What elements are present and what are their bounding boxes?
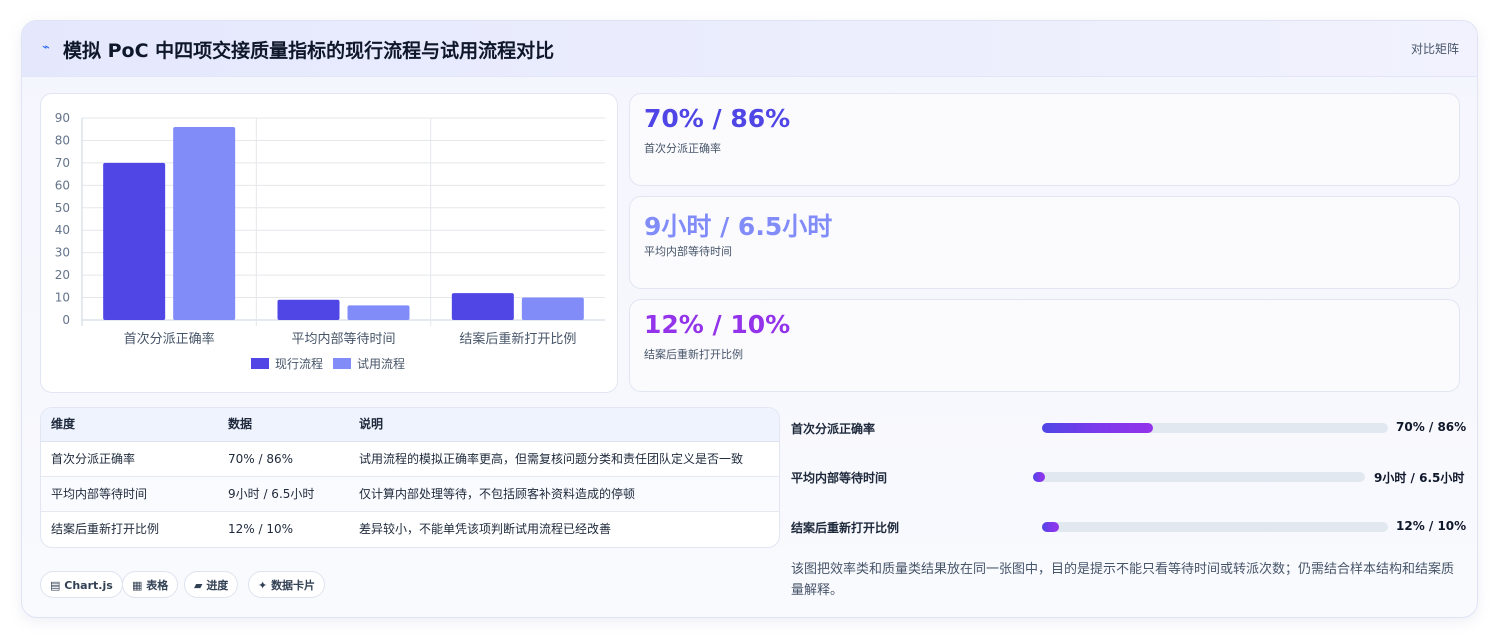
- progress-label: 结案后重新打开比例: [791, 521, 900, 535]
- table-icon: ▦: [132, 579, 143, 592]
- progress-label: 首次分派正确率: [791, 422, 876, 436]
- legend-label: 现行流程: [275, 356, 323, 371]
- table-row: 平均内部等待时间 9小时 / 6.5小时 仅计算内部处理等待，不包括顾客补资料造…: [41, 477, 779, 512]
- y-tick-label: 80: [55, 133, 70, 147]
- chip-data-cards[interactable]: ✦ 数据卡片: [248, 571, 326, 598]
- pulse-icon: ⌁: [42, 40, 50, 55]
- kpi-label: 结案后重新打开比例: [644, 348, 743, 361]
- kpi-label: 首次分派正确率: [644, 142, 721, 155]
- progress-fill: [1042, 522, 1060, 532]
- progress-fill: [1042, 423, 1153, 433]
- table-row: 结案后重新打开比例 12% / 10% 差异较小，不能单凭该项判断试用流程已经改…: [41, 512, 779, 546]
- table-cell: 结案后重新打开比例: [51, 522, 160, 536]
- chip-chartjs[interactable]: ▤ Chart.js: [40, 571, 123, 598]
- chip-label: 进度: [206, 579, 229, 592]
- y-tick-label: 50: [55, 201, 70, 215]
- y-tick-label: 40: [55, 223, 70, 237]
- y-tick-label: 70: [55, 156, 70, 170]
- progress-row-wait-time: 平均内部等待时间 9小时 / 6.5小时: [791, 467, 1465, 487]
- page-title: 模拟 PoC 中四项交接质量指标的现行流程与试用流程对比: [63, 40, 555, 62]
- comparison-table: 维度 数据 说明 首次分派正确率 70% / 86% 试用流程的模拟正确率更高，…: [40, 407, 780, 548]
- table-header: 维度 数据 说明: [41, 408, 779, 442]
- kpi-value: 9小时 / 6.5小时: [644, 212, 833, 241]
- card-header: ⌁ 模拟 PoC 中四项交接质量指标的现行流程与试用流程对比 对比矩阵: [22, 21, 1477, 77]
- y-tick-label: 20: [55, 268, 70, 282]
- bar-current: [277, 299, 340, 320]
- kpi-value: 70% / 86%: [644, 104, 791, 133]
- column-header: 维度: [51, 417, 76, 431]
- chip-progress[interactable]: ▰ 进度: [184, 571, 239, 598]
- progress-value: 12% / 10%: [1396, 519, 1467, 533]
- column-header: 说明: [359, 417, 384, 431]
- progress-track: [1042, 522, 1388, 532]
- table-cell: 差异较小，不能单凭该项判断试用流程已经改善: [359, 522, 612, 536]
- chart-panel: 0 10 20 30 40 50 60 70 80 90 首次分派正确率 平均内部等待时间 结案后重新打…: [40, 93, 618, 393]
- y-tick-label: 10: [55, 291, 70, 305]
- progress-fill: [1033, 472, 1045, 482]
- view-mode-label: 对比矩阵: [1410, 42, 1459, 56]
- bar-trial: [521, 297, 584, 320]
- kpi-value: 12% / 10%: [644, 310, 791, 339]
- comparison-card: ⌁ 模拟 PoC 中四项交接质量指标的现行流程与试用流程对比 对比矩阵 0 10 2…: [21, 20, 1478, 618]
- progress-row-reopen-rate: 结案后重新打开比例 12% / 10%: [791, 517, 1467, 537]
- x-tick-label: 首次分派正确率: [124, 331, 215, 347]
- interpretation-note: 该图把效率类和质量类结果放在同一张图中，目的是提示不能只看等待时间或转派次数；仍…: [791, 562, 1455, 598]
- table-cell: 仅计算内部处理等待，不包括顾客补资料造成的停顿: [359, 487, 636, 501]
- table-cell: 9小时 / 6.5小时: [228, 487, 315, 501]
- table-cell: 试用流程的模拟正确率更高，但需复核问题分类和责任团队定义是否一致: [359, 452, 744, 466]
- chip-label: 表格: [146, 579, 169, 592]
- progress-row-assignment: 首次分派正确率 70% / 86%: [791, 418, 1467, 438]
- progress-icon: ▰: [194, 579, 203, 592]
- legend-swatch: [251, 358, 269, 369]
- sparkle-icon: ✦: [258, 579, 268, 592]
- table-cell: 70% / 86%: [228, 452, 294, 466]
- kpi-card-assignment: 70% / 86% 首次分派正确率: [629, 93, 1460, 186]
- bar-current: [451, 293, 514, 320]
- progress-value: 9小时 / 6.5小时: [1374, 471, 1465, 485]
- bar-trial: [347, 305, 410, 320]
- table-cell: 平均内部等待时间: [51, 487, 148, 501]
- bar-chart: 0 10 20 30 40 50 60 70 80 90 首次分派正确率 平均内部等待时间 结案后重新打…: [55, 111, 605, 371]
- table-row: 首次分派正确率 70% / 86% 试用流程的模拟正确率更高，但需复核问题分类和…: [41, 442, 779, 477]
- chart-icon: ▤: [50, 579, 61, 592]
- kpi-card-wait-time: 9小时 / 6.5小时 平均内部等待时间: [629, 196, 1460, 289]
- progress-track: [1042, 423, 1388, 433]
- kpi-label: 平均内部等待时间: [644, 245, 732, 258]
- x-tick-label: 结案后重新打开比例: [459, 331, 576, 347]
- chip-table[interactable]: ▦ 表格: [122, 571, 179, 598]
- progress-track: [1033, 472, 1365, 482]
- progress-value: 70% / 86%: [1396, 420, 1467, 434]
- x-tick-label: 平均内部等待时间: [291, 331, 395, 347]
- legend-label: 试用流程: [357, 356, 405, 371]
- bar-trial: [173, 126, 236, 320]
- kpi-card-reopen-rate: 12% / 10% 结案后重新打开比例: [629, 299, 1460, 392]
- legend-swatch: [333, 358, 351, 369]
- column-header: 数据: [228, 417, 253, 431]
- table-cell: 12% / 10%: [228, 522, 294, 536]
- chip-label: Chart.js: [64, 579, 113, 592]
- y-tick-label: 60: [55, 178, 70, 192]
- bar-current: [103, 162, 166, 320]
- y-tick-label: 90: [55, 111, 70, 125]
- y-tick-label: 30: [55, 246, 70, 260]
- y-tick-label: 0: [62, 313, 70, 327]
- chip-label: 数据卡片: [271, 579, 316, 592]
- table-cell: 首次分派正确率: [51, 452, 136, 466]
- progress-label: 平均内部等待时间: [791, 471, 888, 485]
